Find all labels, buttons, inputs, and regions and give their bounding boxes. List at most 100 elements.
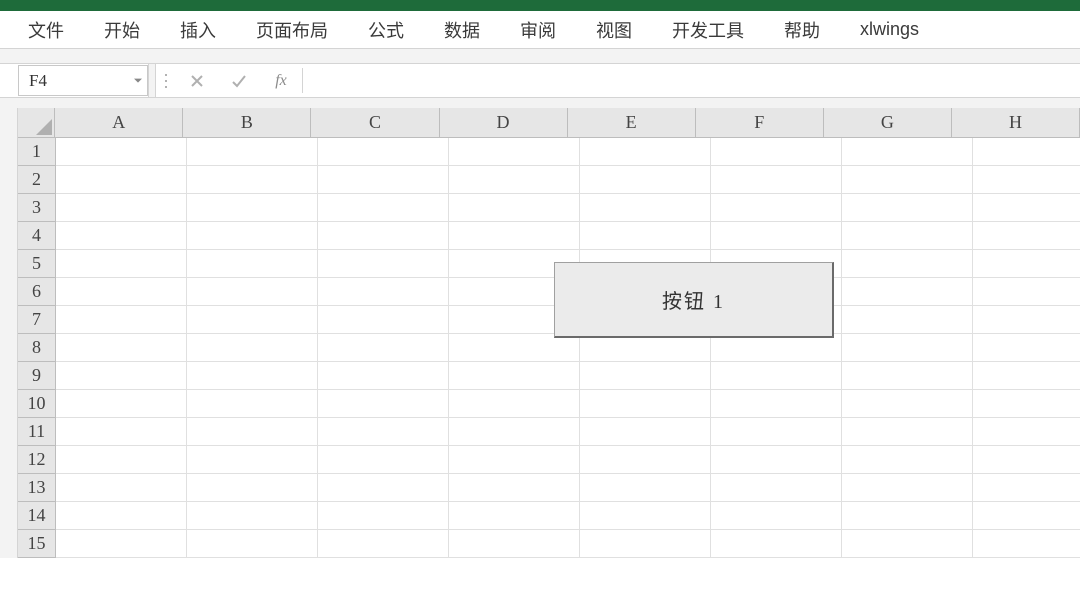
row-header[interactable]: 12 [18,446,56,474]
row-header[interactable]: 7 [18,306,56,334]
cell[interactable] [318,502,449,530]
cell[interactable] [711,446,842,474]
column-header-e[interactable]: E [568,108,696,138]
cell[interactable] [318,530,449,558]
cell[interactable] [56,166,187,194]
cell[interactable] [56,250,187,278]
cell[interactable] [973,278,1080,306]
fx-icon[interactable]: fx [260,64,302,97]
cell[interactable] [842,362,973,390]
cell[interactable] [187,222,318,250]
cell[interactable] [449,166,580,194]
cell[interactable] [842,334,973,362]
cell[interactable] [973,530,1080,558]
cell[interactable] [842,194,973,222]
form-button-1[interactable]: 按钮 1 [554,262,834,338]
cell[interactable] [318,446,449,474]
ribbon-tab-formulas[interactable]: 公式 [348,11,424,48]
cell[interactable] [449,362,580,390]
column-header-b[interactable]: B [183,108,311,138]
cell[interactable] [711,530,842,558]
cell[interactable] [580,334,711,362]
cell[interactable] [56,502,187,530]
ribbon-tab-developer[interactable]: 开发工具 [652,11,764,48]
cell[interactable] [580,194,711,222]
ribbon-tab-page-layout[interactable]: 页面布局 [236,11,348,48]
ribbon-tab-home[interactable]: 开始 [84,11,160,48]
drag-handle-icon[interactable] [156,64,176,97]
cell[interactable] [580,138,711,166]
cell[interactable] [580,474,711,502]
cell[interactable] [56,138,187,166]
cell[interactable] [580,390,711,418]
cell[interactable] [318,306,449,334]
cell[interactable] [187,166,318,194]
cell[interactable] [318,250,449,278]
cell[interactable] [187,502,318,530]
cell[interactable] [711,474,842,502]
cell[interactable] [187,250,318,278]
ribbon-tab-insert[interactable]: 插入 [160,11,236,48]
cell[interactable] [580,222,711,250]
cell[interactable] [580,446,711,474]
cell[interactable] [842,502,973,530]
cell[interactable] [580,166,711,194]
cell[interactable] [449,334,580,362]
cell[interactable] [187,446,318,474]
cell[interactable] [449,530,580,558]
cell[interactable] [449,418,580,446]
cell[interactable] [842,278,973,306]
cell[interactable] [56,446,187,474]
cell[interactable] [842,390,973,418]
cell[interactable] [711,334,842,362]
row-header[interactable]: 9 [18,362,56,390]
column-header-g[interactable]: G [824,108,952,138]
cell[interactable] [973,334,1080,362]
row-header[interactable]: 5 [18,250,56,278]
cell[interactable] [187,194,318,222]
ribbon-tab-data[interactable]: 数据 [424,11,500,48]
cell[interactable] [449,138,580,166]
cell[interactable] [56,194,187,222]
column-header-a[interactable]: A [55,108,183,138]
row-header[interactable]: 10 [18,390,56,418]
ribbon-tab-view[interactable]: 视图 [576,11,652,48]
cell[interactable] [318,278,449,306]
column-header-h[interactable]: H [952,108,1080,138]
cell[interactable] [449,390,580,418]
cell[interactable] [56,530,187,558]
chevron-down-icon[interactable] [129,78,147,84]
cell[interactable] [973,502,1080,530]
cell[interactable] [187,418,318,446]
cell[interactable] [973,474,1080,502]
formula-input[interactable] [303,64,1080,97]
select-all-button[interactable] [18,108,55,138]
cell[interactable] [318,362,449,390]
row-header[interactable]: 11 [18,418,56,446]
cell[interactable] [318,390,449,418]
ribbon-tab-review[interactable]: 审阅 [500,11,576,48]
row-header[interactable]: 2 [18,166,56,194]
row-header[interactable]: 6 [18,278,56,306]
row-header[interactable]: 13 [18,474,56,502]
cell[interactable] [711,390,842,418]
cell[interactable] [187,334,318,362]
cell[interactable] [187,362,318,390]
name-box[interactable]: F4 [18,65,148,96]
cell[interactable] [318,222,449,250]
cell[interactable] [187,138,318,166]
cells-area[interactable]: 按钮 1 [56,138,1080,558]
cell[interactable] [56,418,187,446]
column-header-f[interactable]: F [696,108,824,138]
row-header[interactable]: 1 [18,138,56,166]
cell[interactable] [842,306,973,334]
cell[interactable] [711,502,842,530]
cell[interactable] [56,222,187,250]
cell[interactable] [842,166,973,194]
cell[interactable] [842,418,973,446]
cell[interactable] [711,222,842,250]
cell[interactable] [842,474,973,502]
cell[interactable] [318,194,449,222]
cell[interactable] [56,334,187,362]
cell[interactable] [711,418,842,446]
